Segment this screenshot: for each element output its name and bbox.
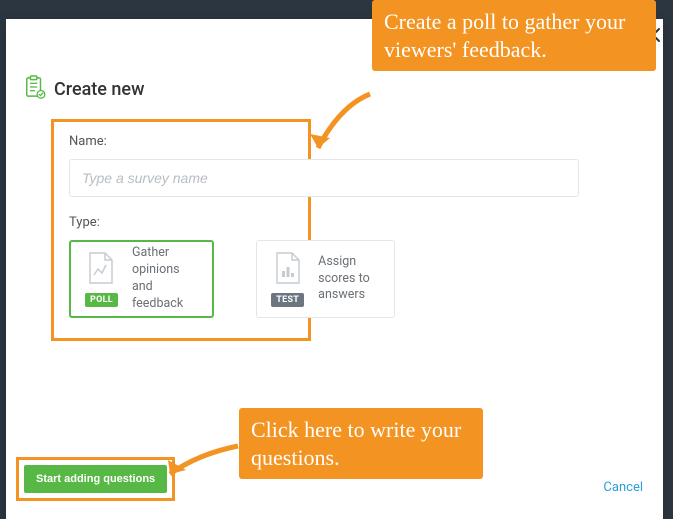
annotation-highlight-form: Name: Type: bbox=[51, 119, 311, 341]
poll-badge: POLL bbox=[85, 293, 118, 307]
test-description: Assign scores to answers bbox=[318, 254, 380, 305]
survey-name-input[interactable] bbox=[69, 159, 579, 197]
annotation-callout-top: Create a poll to gather your viewers' fe… bbox=[372, 0, 656, 71]
document-bars-icon bbox=[273, 251, 303, 289]
type-option-poll[interactable]: POLL Gather opinions and feedback bbox=[69, 240, 214, 318]
page-title: Create new bbox=[54, 79, 144, 100]
cancel-link[interactable]: Cancel bbox=[603, 480, 643, 501]
annotation-highlight-start: Start adding questions bbox=[16, 457, 175, 501]
poll-description: Gather opinions and feedback bbox=[132, 245, 198, 313]
modal-heading: Create new bbox=[24, 75, 144, 103]
test-badge: TEST bbox=[271, 293, 304, 307]
type-label: Type: bbox=[69, 215, 293, 230]
document-chart-icon bbox=[86, 251, 116, 289]
clipboard-check-icon bbox=[24, 75, 46, 103]
name-label: Name: bbox=[69, 134, 293, 149]
start-adding-questions-button[interactable]: Start adding questions bbox=[24, 465, 167, 493]
annotation-callout-bottom: Click here to write your questions. bbox=[239, 408, 483, 479]
type-option-test[interactable]: TEST Assign scores to answers bbox=[256, 240, 395, 318]
